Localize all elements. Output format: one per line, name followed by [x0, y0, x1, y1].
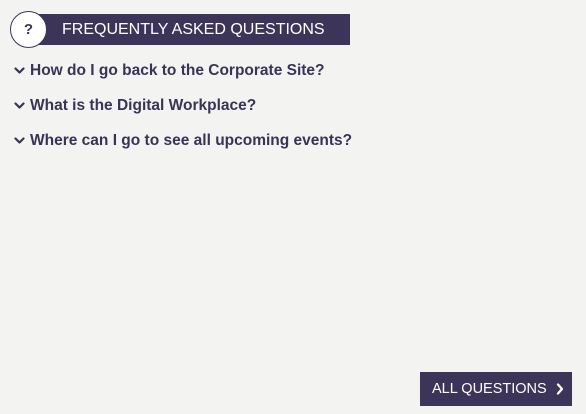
- faq-question: Where can I go to see all upcoming event…: [30, 132, 353, 149]
- all-questions-label: ALL QUESTIONS: [432, 381, 547, 397]
- faq-header: FREQUENTLY ASKED QUESTIONS ?: [10, 11, 350, 49]
- faq-item-corporate-site[interactable]: How do I go back to the Corporate Site?: [14, 58, 574, 93]
- faq-question: How do I go back to the Corporate Site?: [30, 62, 325, 79]
- faq-item-digital-workplace[interactable]: What is the Digital Workplace?: [14, 93, 574, 128]
- chevron-right-icon: [556, 383, 564, 395]
- question-mark-icon: ?: [10, 11, 47, 48]
- chevron-down-icon: [14, 131, 28, 151]
- chevron-down-icon: [14, 61, 28, 81]
- faq-title: FREQUENTLY ASKED QUESTIONS: [62, 21, 325, 38]
- all-questions-button[interactable]: ALL QUESTIONS: [420, 372, 572, 406]
- faq-item-upcoming-events[interactable]: Where can I go to see all upcoming event…: [14, 128, 574, 163]
- faq-widget: FREQUENTLY ASKED QUESTIONS ? How do I go…: [0, 0, 586, 414]
- faq-list: How do I go back to the Corporate Site? …: [14, 58, 574, 163]
- faq-question: What is the Digital Workplace?: [30, 97, 257, 114]
- chevron-down-icon: [14, 96, 28, 116]
